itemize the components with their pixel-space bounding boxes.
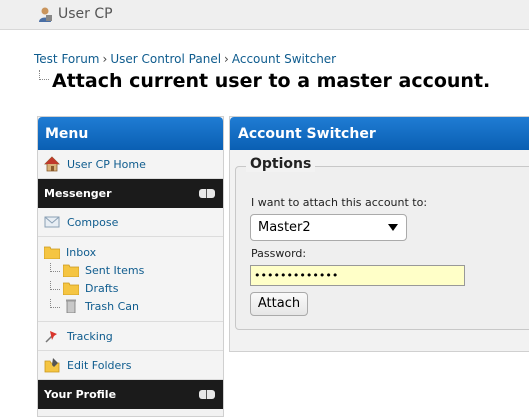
trash-can-icon [66,299,76,313]
folder-label: Drafts [85,281,119,295]
menu-item-edit-folders[interactable]: Edit Folders [38,351,223,380]
tree-branch [50,262,60,272]
section-label: Messenger [44,187,112,200]
panel-title: Account Switcher [230,117,529,150]
usercp-menu: Menu User CP Home Messenger Compose Inbo… [37,116,224,417]
page-title: Attach current user to a master account. [52,70,491,92]
breadcrumb: Test Forum › User Control Panel › Account Sw… [34,52,336,66]
folder-label: Trash Can [85,299,139,313]
collapse-toggle-icon[interactable] [199,390,215,399]
attach-label: I want to attach this account to: [251,196,428,209]
collapse-toggle-icon[interactable] [199,189,215,198]
tree-connector [39,70,49,80]
envelope-icon [44,216,60,228]
tracking-pin-icon [45,331,57,343]
menu-item-label: Compose [67,215,119,229]
folder-label: Inbox [66,245,97,259]
folder-label: Sent Items [85,263,145,277]
home-icon [44,156,60,172]
section-your-profile[interactable]: Your Profile [38,380,223,409]
folder-icon [63,264,79,277]
menu-title: Menu [38,117,223,150]
attach-button[interactable]: Attach [250,292,308,316]
tree-branch [50,280,60,290]
tree-branch [50,298,60,308]
section-label: Your Profile [44,388,117,401]
folder-trash-can[interactable]: Trash Can [44,297,223,315]
menu-item-tracking[interactable]: Tracking [38,322,223,351]
breadcrumb-test-forum[interactable]: Test Forum [34,52,100,66]
master-account-select[interactable]: Master2 [250,214,407,241]
folder-drafts[interactable]: Drafts [44,279,223,297]
selected-account: Master2 [258,220,311,235]
password-label: Password: [251,247,307,260]
user-cp-icon [39,7,52,22]
password-field[interactable]: ••••••••••••• [250,265,465,286]
section-messenger[interactable]: Messenger [38,179,223,208]
folder-icon [63,282,79,295]
menu-item-label: Edit Folders [67,358,132,372]
folder-inbox[interactable]: Inbox [44,243,223,261]
folder-list: Inbox Sent Items Drafts Trash Can [38,237,223,322]
menu-item-label: User CP Home [67,157,146,171]
menu-item-compose[interactable]: Compose [38,208,223,237]
folder-icon [44,246,60,259]
folder-sent-items[interactable]: Sent Items [44,261,223,279]
edit-folders-icon [44,358,60,373]
breadcrumb-separator: › [102,52,108,66]
breadcrumb-user-control-panel[interactable]: User Control Panel [110,52,221,66]
dropdown-arrow-icon [388,224,398,231]
top-bar: User CP [0,0,529,30]
breadcrumb-separator: › [224,52,229,66]
options-legend: Options [246,156,316,172]
top-bar-title: User CP [58,6,113,22]
menu-item-label: Tracking [67,329,113,343]
menu-item-usercp-home[interactable]: User CP Home [38,150,223,179]
breadcrumb-account-switcher[interactable]: Account Switcher [232,52,336,66]
